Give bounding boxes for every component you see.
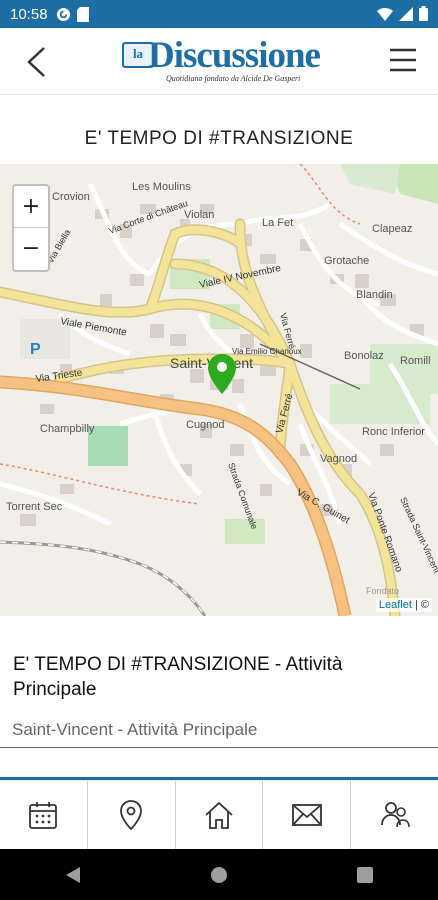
attribution-text: | © <box>411 599 429 611</box>
tab-home[interactable] <box>176 781 264 849</box>
map-label: Bonolaz <box>344 350 384 362</box>
map-pin-icon <box>120 800 143 831</box>
map-attribution: Leaflet | © <box>375 598 432 612</box>
menu-button[interactable] <box>388 46 424 78</box>
bottom-tab-bar <box>0 781 438 849</box>
battery-icon <box>419 6 428 21</box>
map-label: Vagnod <box>320 453 357 465</box>
nav-back-button[interactable] <box>33 855 113 895</box>
wifi-icon <box>377 7 393 21</box>
parking-icon: P <box>30 341 41 358</box>
map-label: Champbilly <box>40 423 95 435</box>
chevron-left-icon <box>27 47 45 77</box>
pocket-casts-icon <box>56 7 70 21</box>
park-area <box>225 519 265 544</box>
map-label: Ronc Inferior <box>362 426 425 438</box>
users-icon <box>380 802 410 828</box>
tab-calendar[interactable] <box>0 781 88 849</box>
map-label: Torrent Sec <box>6 501 63 513</box>
divider <box>0 747 438 748</box>
status-bar: 10:58 <box>0 0 438 28</box>
map-label: Clapeaz <box>372 223 412 235</box>
tab-map[interactable] <box>88 781 176 849</box>
leaflet-link[interactable]: Leaflet <box>379 599 412 611</box>
page-title: E' TEMPO DI #TRANSIZIONE <box>84 128 354 149</box>
zoom-in-button[interactable]: + <box>14 186 48 228</box>
tab-mail[interactable] <box>263 781 352 849</box>
nav-home-button[interactable] <box>179 855 259 895</box>
map-label: Violan <box>184 209 214 221</box>
nav-back-icon <box>66 866 80 883</box>
map-label: Romill <box>400 355 431 367</box>
nav-recents-icon <box>357 866 373 883</box>
hamburger-menu-icon <box>390 48 416 72</box>
sd-card-icon <box>76 6 89 22</box>
home-icon <box>205 801 233 829</box>
map-label: Blandin <box>356 289 393 301</box>
mail-icon <box>291 804 322 826</box>
nav-home-icon <box>211 866 227 883</box>
tab-users[interactable] <box>351 781 438 849</box>
back-button[interactable] <box>18 44 54 80</box>
map-label: La Fet <box>262 217 293 229</box>
system-nav-bar <box>0 849 438 900</box>
signal-icon <box>399 6 413 21</box>
map-label: Fondato <box>366 586 399 596</box>
app-header: la Discussione Quotidiano fondato da Alc… <box>0 28 438 95</box>
brand-logo[interactable]: la Discussione Quotidiano fondato da Alc… <box>118 35 328 88</box>
map-pin-marker[interactable] <box>208 354 236 394</box>
event-title: E' TEMPO DI #TRANSIZIONE - Attività Prin… <box>13 654 343 700</box>
event-location: Saint-Vincent - Attività Principale <box>12 720 258 739</box>
map-label: Les Moulins <box>132 181 191 193</box>
nav-recents-button[interactable] <box>325 855 405 895</box>
map-label: Cugnod <box>186 419 225 431</box>
logo-tagline: Quotidiano fondato da Alcide De Gasperi <box>166 74 301 83</box>
logo-name: Discussione <box>148 35 321 76</box>
zoom-controls: + − <box>12 184 50 272</box>
tabbar-top-border <box>0 777 438 780</box>
calendar-icon <box>29 802 58 829</box>
status-time: 10:58 <box>10 5 48 23</box>
map-label: Crovion <box>52 191 90 203</box>
map-label: Grotache <box>324 255 369 267</box>
zoom-out-button[interactable]: − <box>14 228 48 269</box>
